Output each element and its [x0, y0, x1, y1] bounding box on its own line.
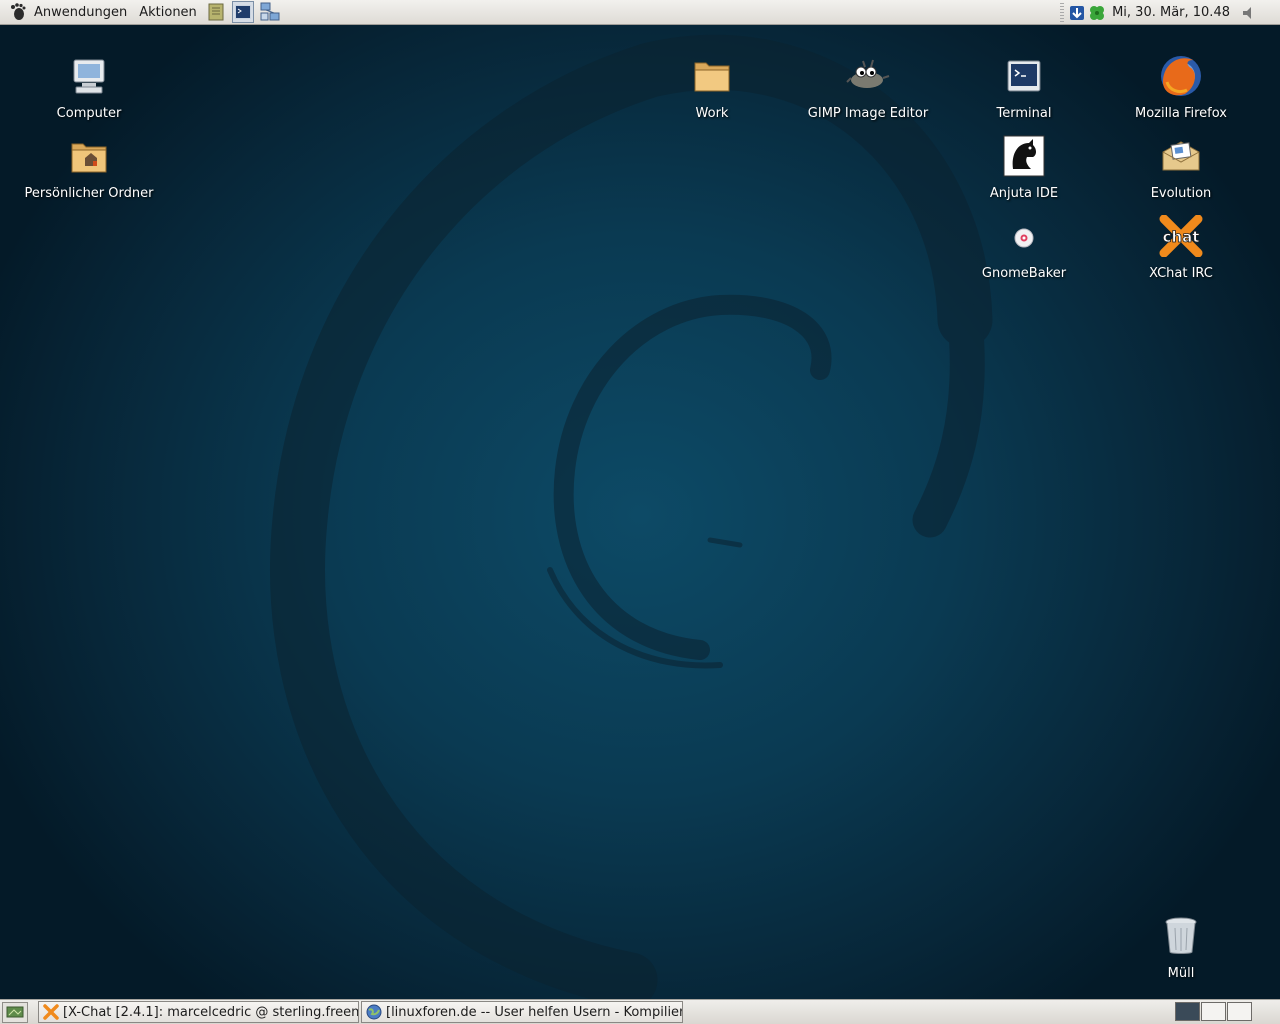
- actions-menu[interactable]: Aktionen: [133, 0, 203, 25]
- home-folder-icon: [71, 143, 107, 173]
- system-tray: Mi, 30. Mär, 10.48: [1060, 0, 1280, 25]
- terminal-launcher[interactable]: [231, 1, 254, 23]
- workspace-2[interactable]: [1201, 1002, 1226, 1021]
- desktop-icon-computer[interactable]: Computer: [14, 52, 164, 121]
- desktop-icon-work[interactable]: Work: [637, 52, 787, 121]
- notes-icon: [208, 3, 224, 21]
- taskbar-item-firefox[interactable]: [linuxforen.de -- User helfen Usern - Ko…: [361, 1001, 683, 1023]
- desktop-icon-gimp[interactable]: GIMP Image Editor: [793, 52, 943, 121]
- top-panel: Anwendungen Aktionen Mi, 30. Mär, 10.48: [0, 0, 1280, 25]
- desktop-icon-label: Mozilla Firefox: [1135, 106, 1227, 121]
- workspace-1[interactable]: [1175, 1002, 1200, 1021]
- desktop-icon-evolution[interactable]: Evolution: [1106, 132, 1256, 201]
- clock[interactable]: Mi, 30. Mär, 10.48: [1106, 5, 1240, 20]
- desktop-icon-anjuta[interactable]: Anjuta IDE: [949, 132, 1099, 201]
- desktop-icon-xchat[interactable]: chat XChat IRC: [1106, 212, 1256, 281]
- desktop-icon-label: Müll: [1167, 966, 1195, 981]
- desktop-icon-firefox[interactable]: Mozilla Firefox: [1106, 52, 1256, 121]
- terminal-icon: [1007, 60, 1041, 92]
- desktop-icon-label: Computer: [56, 106, 122, 121]
- desktop-icon-label: GnomeBaker: [981, 266, 1067, 281]
- desktop-icon-trash[interactable]: Müll: [1106, 912, 1256, 981]
- xchat-icon: chat: [1159, 215, 1203, 257]
- trash-icon: [1165, 917, 1197, 954]
- workspace-switcher: [1174, 1002, 1252, 1021]
- cd-icon: [1014, 228, 1034, 248]
- show-desktop-icon: [6, 1006, 24, 1018]
- desktop-icon-gnomebaker[interactable]: GnomeBaker: [949, 212, 1099, 281]
- bottom-panel: [X-Chat [2.4.1]: marcelcedric @ sterling…: [0, 999, 1280, 1024]
- volume-icon[interactable]: [1240, 4, 1258, 22]
- applications-menu-label: Anwendungen: [34, 4, 128, 20]
- clover-icon[interactable]: [1088, 4, 1106, 22]
- gnome-foot-icon: [11, 3, 26, 20]
- taskbar-item-label: [X-Chat [2.4.1]: marcelcedric @ sterling…: [63, 1004, 359, 1020]
- firefox-icon: [1161, 56, 1201, 96]
- desktop-icon-home[interactable]: Persönlicher Ordner: [14, 132, 164, 201]
- update-notifier-icon[interactable]: [1068, 4, 1086, 22]
- desktop[interactable]: Computer Persönlicher Ordner Work GIMP I…: [0, 25, 1280, 999]
- desktop-icon-label: Terminal: [996, 106, 1052, 121]
- svg-text:chat: chat: [1163, 228, 1200, 246]
- terminal-icon: [234, 5, 251, 19]
- desktop-icon-terminal[interactable]: Terminal: [949, 52, 1099, 121]
- folder-icon: [694, 62, 730, 92]
- taskbar-item-label: [linuxforen.de -- User helfen Usern - Ko…: [386, 1004, 683, 1020]
- applications-menu[interactable]: Anwendungen: [0, 0, 133, 25]
- workspace-3[interactable]: [1227, 1002, 1252, 1021]
- anjuta-icon: [1003, 135, 1045, 177]
- actions-menu-label: Aktionen: [139, 4, 197, 20]
- show-desktop-button[interactable]: [2, 1001, 28, 1023]
- desktop-icon-label: Work: [695, 106, 729, 121]
- desktop-icon-label: Anjuta IDE: [989, 186, 1059, 201]
- evolution-icon: [1162, 141, 1200, 171]
- network-icon: [260, 2, 280, 21]
- network-launcher[interactable]: [260, 2, 280, 22]
- globe-icon: [366, 1004, 382, 1020]
- taskbar-item-xchat[interactable]: [X-Chat [2.4.1]: marcelcedric @ sterling…: [38, 1001, 359, 1023]
- computer-icon: [73, 59, 105, 94]
- notes-launcher[interactable]: [206, 2, 226, 22]
- gimp-icon: [846, 59, 890, 88]
- tray-separator: [1060, 2, 1065, 23]
- desktop-icon-label: Evolution: [1150, 186, 1212, 201]
- desktop-icon-label: Persönlicher Ordner: [24, 186, 154, 201]
- desktop-icon-label: GIMP Image Editor: [807, 106, 929, 121]
- xchat-icon: [43, 1004, 59, 1020]
- desktop-icon-label: XChat IRC: [1149, 266, 1213, 281]
